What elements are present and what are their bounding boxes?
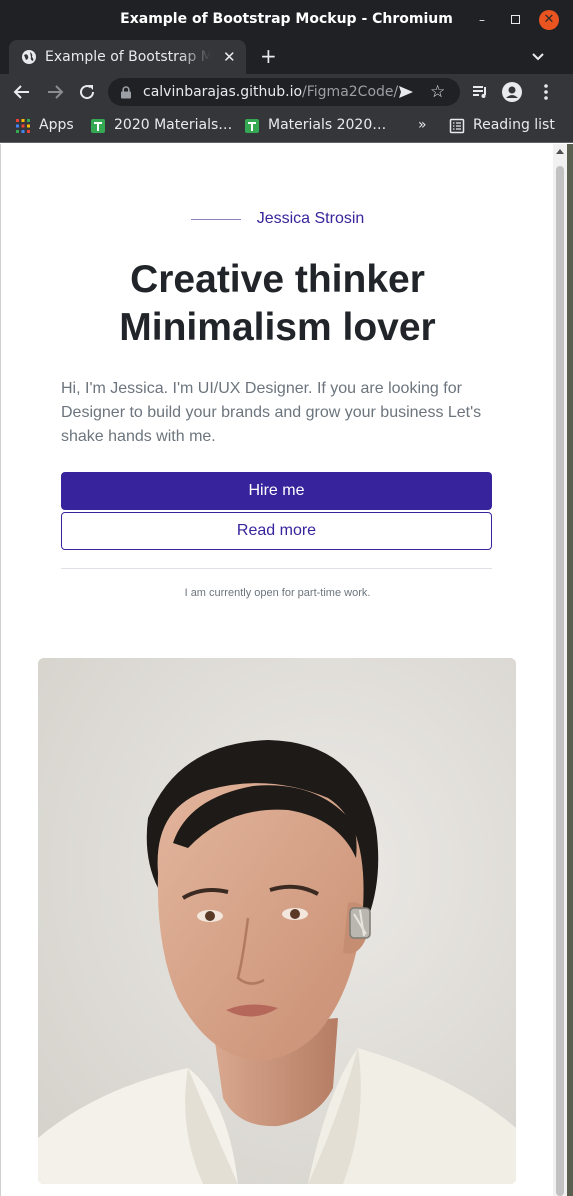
hero-intro: Hi, I'm Jessica. I'm UI/UX Designer. If …: [61, 380, 482, 445]
author-name: Jessica Strosin: [256, 210, 365, 227]
desktop-background-edge: [567, 144, 573, 1196]
sheets-icon: [91, 119, 105, 133]
maximize-icon: [510, 15, 520, 24]
send-icon[interactable]: [398, 84, 414, 100]
scroll-up-arrow-icon[interactable]: [556, 149, 564, 154]
hero-headline: Creative thinker Minimalism lover: [1, 256, 553, 352]
forward-arrow-icon[interactable]: [45, 82, 65, 102]
reload-icon[interactable]: [77, 82, 97, 102]
url-text: calvinbarajas.github.io/Figma2Code/: [143, 84, 398, 100]
bookmark-materials-2020[interactable]: Materials 2020…: [268, 117, 386, 133]
portrait-illustration: [38, 658, 516, 1184]
scrollbar-thumb[interactable]: [556, 166, 564, 1196]
sheets-icon: [245, 119, 259, 133]
chevron-down-icon[interactable]: [530, 48, 546, 64]
address-bar[interactable]: calvinbarajas.github.io/Figma2Code/ ☆: [108, 78, 460, 106]
author-eyebrow: Jessica Strosin: [1, 210, 553, 228]
browser-toolbar: calvinbarajas.github.io/Figma2Code/ ☆: [0, 74, 573, 110]
more-menu-icon[interactable]: [536, 82, 556, 102]
profile-avatar-icon[interactable]: [502, 82, 522, 102]
vertical-scrollbar[interactable]: [553, 144, 567, 1196]
headline-line-1: Creative thinker: [130, 258, 425, 301]
maximize-button[interactable]: [505, 10, 525, 30]
bookmarks-bar: Apps 2020 Materials… Materials 2020… » R…: [0, 110, 573, 143]
hire-me-button[interactable]: Hire me: [61, 472, 492, 510]
bookmarks-overflow-button[interactable]: »: [418, 117, 427, 133]
url-host: calvinbarajas.github.io: [143, 84, 303, 100]
lock-icon: [121, 86, 131, 99]
url-path: /Figma2Code/: [302, 84, 399, 100]
page-content: Jessica Strosin Creative thinker Minimal…: [0, 144, 553, 1196]
tab-bootstrap-mockup[interactable]: Example of Bootstrap Mockup ✕: [9, 40, 246, 74]
title-bar: Example of Bootstrap Mockup - Chromium –…: [0, 0, 573, 40]
eyebrow-line: [190, 218, 241, 220]
tab-close-button[interactable]: ✕: [223, 48, 236, 66]
bookmark-star-icon[interactable]: ☆: [430, 82, 445, 102]
media-queue-icon[interactable]: [470, 82, 490, 102]
back-arrow-icon[interactable]: [12, 82, 32, 102]
globe-icon: [22, 50, 36, 64]
new-tab-button[interactable]: +: [260, 44, 277, 68]
headline-line-2: Minimalism lover: [119, 306, 436, 349]
bookmark-2020-materials[interactable]: 2020 Materials…: [114, 117, 232, 133]
bookmark-reading-list[interactable]: Reading list: [473, 117, 555, 133]
read-more-button[interactable]: Read more: [61, 512, 492, 550]
tab-title-fade: [179, 46, 219, 70]
availability-note: I am currently open for part-time work.: [184, 587, 371, 599]
reading-list-icon: [449, 118, 465, 134]
bookmark-apps[interactable]: Apps: [39, 117, 74, 133]
divider: [61, 568, 492, 569]
apps-grid-icon[interactable]: [15, 118, 31, 134]
portrait-photo: [38, 658, 516, 1184]
close-window-button[interactable]: ✕: [539, 10, 559, 30]
minimize-button[interactable]: –: [472, 10, 492, 30]
tab-strip: Example of Bootstrap Mockup ✕ +: [0, 38, 573, 74]
browser-window: Example of Bootstrap Mockup - Chromium –…: [0, 0, 573, 1196]
